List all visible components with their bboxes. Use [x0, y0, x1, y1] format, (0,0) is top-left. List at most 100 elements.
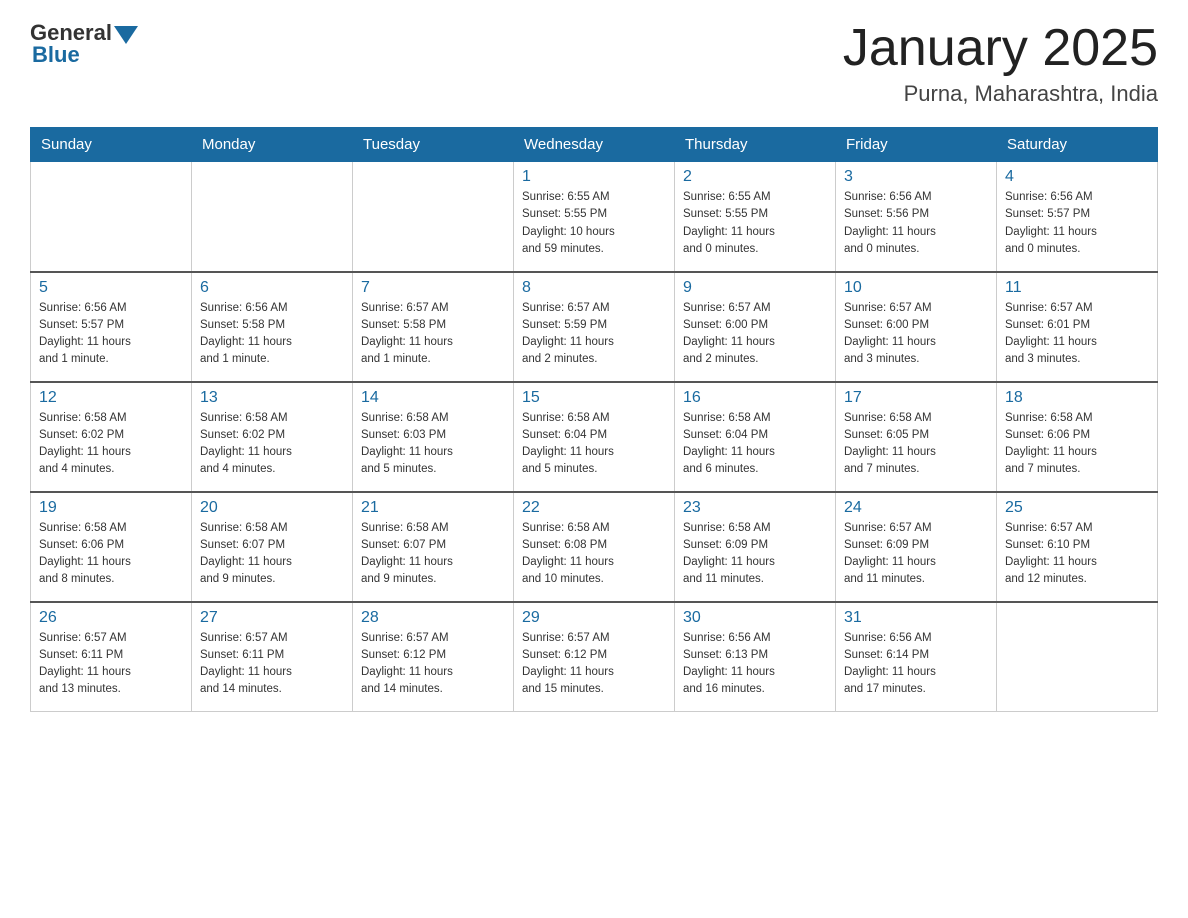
day-number: 9 — [683, 279, 827, 297]
calendar-day-cell: 24 Sunrise: 6:57 AM Sunset: 6:09 PM Dayli… — [836, 492, 997, 602]
day-number: 19 — [39, 499, 183, 517]
day-number: 30 — [683, 609, 827, 627]
calendar-day-cell: 17 Sunrise: 6:58 AM Sunset: 6:05 PM Dayli… — [836, 382, 997, 492]
day-number: 24 — [844, 499, 988, 517]
day-number: 2 — [683, 168, 827, 186]
day-info: Sunrise: 6:57 AM Sunset: 6:01 PM Dayligh… — [1005, 300, 1149, 369]
day-info: Sunrise: 6:55 AM Sunset: 5:55 PM Dayligh… — [683, 189, 827, 258]
calendar-header-row: SundayMondayTuesdayWednesdayThursdayFrid… — [31, 128, 1158, 162]
header-sunday: Sunday — [31, 128, 192, 162]
header-saturday: Saturday — [997, 128, 1158, 162]
calendar-day-cell: 7Sunrise: 6:57 AM Sunset: 5:58 PM Daylig… — [353, 272, 514, 382]
day-number: 18 — [1005, 389, 1149, 407]
calendar-day-cell: 31 Sunrise: 6:56 AM Sunset: 6:14 PM Dayli… — [836, 602, 997, 712]
calendar-day-cell: 14Sunrise: 6:58 AM Sunset: 6:03 PM Dayli… — [353, 382, 514, 492]
day-number: 17 — [844, 389, 988, 407]
calendar-table: SundayMondayTuesdayWednesdayThursdayFrid… — [30, 127, 1158, 712]
day-number: 27 — [200, 609, 344, 627]
day-info: Sunrise: 6:58 AM Sunset: 6:02 PM Dayligh… — [200, 410, 344, 479]
calendar-location: Purna, Maharashtra, India — [843, 81, 1158, 107]
day-number: 23 — [683, 499, 827, 517]
day-info: Sunrise: 6:58 AM Sunset: 6:06 PM Dayligh… — [39, 520, 183, 589]
calendar-day-cell: 9 Sunrise: 6:57 AM Sunset: 6:00 PM Daylig… — [675, 272, 836, 382]
calendar-day-cell: 8 Sunrise: 6:57 AM Sunset: 5:59 PM Daylig… — [514, 272, 675, 382]
calendar-day-cell: 13 Sunrise: 6:58 AM Sunset: 6:02 PM Dayli… — [192, 382, 353, 492]
page-header: General Blue January 2025 Purna, Maharas… — [30, 20, 1158, 107]
calendar-day-cell: 26Sunrise: 6:57 AM Sunset: 6:11 PM Dayli… — [31, 602, 192, 712]
day-number: 3 — [844, 168, 988, 186]
calendar-day-cell: 27 Sunrise: 6:57 AM Sunset: 6:11 PM Dayli… — [192, 602, 353, 712]
header-wednesday: Wednesday — [514, 128, 675, 162]
calendar-day-cell: 12 Sunrise: 6:58 AM Sunset: 6:02 PM Dayli… — [31, 382, 192, 492]
calendar-day-cell: 15 Sunrise: 6:58 AM Sunset: 6:04 PM Dayli… — [514, 382, 675, 492]
day-info: Sunrise: 6:57 AM Sunset: 6:10 PM Dayligh… — [1005, 520, 1149, 589]
calendar-day-cell: 25Sunrise: 6:57 AM Sunset: 6:10 PM Dayli… — [997, 492, 1158, 602]
calendar-day-cell: 4Sunrise: 6:56 AM Sunset: 5:57 PM Daylig… — [997, 162, 1158, 272]
calendar-day-cell: 18Sunrise: 6:58 AM Sunset: 6:06 PM Dayli… — [997, 382, 1158, 492]
header-thursday: Thursday — [675, 128, 836, 162]
logo-blue-text: Blue — [32, 42, 80, 68]
calendar-day-cell: 11 Sunrise: 6:57 AM Sunset: 6:01 PM Dayli… — [997, 272, 1158, 382]
calendar-day-cell: 10Sunrise: 6:57 AM Sunset: 6:00 PM Dayli… — [836, 272, 997, 382]
day-info: Sunrise: 6:58 AM Sunset: 6:02 PM Dayligh… — [39, 410, 183, 479]
day-number: 31 — [844, 609, 988, 627]
calendar-day-cell: 22Sunrise: 6:58 AM Sunset: 6:08 PM Dayli… — [514, 492, 675, 602]
day-info: Sunrise: 6:58 AM Sunset: 6:04 PM Dayligh… — [683, 410, 827, 479]
calendar-day-cell: 6 Sunrise: 6:56 AM Sunset: 5:58 PM Daylig… — [192, 272, 353, 382]
day-info: Sunrise: 6:56 AM Sunset: 5:57 PM Dayligh… — [39, 300, 183, 369]
calendar-day-cell: 2 Sunrise: 6:55 AM Sunset: 5:55 PM Daylig… — [675, 162, 836, 272]
calendar-day-cell: 23 Sunrise: 6:58 AM Sunset: 6:09 PM Dayli… — [675, 492, 836, 602]
day-info: Sunrise: 6:58 AM Sunset: 6:04 PM Dayligh… — [522, 410, 666, 479]
day-number: 29 — [522, 609, 666, 627]
calendar-day-cell: 20 Sunrise: 6:58 AM Sunset: 6:07 PM Dayli… — [192, 492, 353, 602]
day-number: 21 — [361, 499, 505, 517]
calendar-week-row: 26 Sunrise: 6:57 AM Sunset: 6:11 PM Dayli… — [31, 602, 1158, 712]
calendar-day-cell: 30 Sunrise: 6:56 AM Sunset: 6:13 PM Dayli… — [675, 602, 836, 712]
day-number: 26 — [39, 609, 183, 627]
calendar-day-cell: 16 Sunrise: 6:58 AM Sunset: 6:04 PM Dayli… — [675, 382, 836, 492]
calendar-day-cell: 19 Sunrise: 6:58 AM Sunset: 6:06 PM Dayli… — [31, 492, 192, 602]
day-number: 20 — [200, 499, 344, 517]
day-info: Sunrise: 6:56 AM Sunset: 6:13 PM Dayligh… — [683, 630, 827, 699]
calendar-week-row: 5 Sunrise: 6:56 AM Sunset: 5:57 PM Daylig… — [31, 272, 1158, 382]
calendar-day-cell: 1Sunrise: 6:55 AM Sunset: 5:55 PM Daylig… — [514, 162, 675, 272]
day-number: 16 — [683, 389, 827, 407]
calendar-day-cell: 3 Sunrise: 6:56 AM Sunset: 5:56 PM Daylig… — [836, 162, 997, 272]
day-info: Sunrise: 6:56 AM Sunset: 5:56 PM Dayligh… — [844, 189, 988, 258]
day-info: Sunrise: 6:57 AM Sunset: 6:11 PM Dayligh… — [200, 630, 344, 699]
day-number: 8 — [522, 279, 666, 297]
day-info: Sunrise: 6:56 AM Sunset: 5:58 PM Dayligh… — [200, 300, 344, 369]
logo: General Blue — [30, 20, 138, 68]
header-monday: Monday — [192, 128, 353, 162]
day-number: 12 — [39, 389, 183, 407]
day-number: 28 — [361, 609, 505, 627]
day-info: Sunrise: 6:58 AM Sunset: 6:09 PM Dayligh… — [683, 520, 827, 589]
day-number: 15 — [522, 389, 666, 407]
day-number: 13 — [200, 389, 344, 407]
day-info: Sunrise: 6:56 AM Sunset: 6:14 PM Dayligh… — [844, 630, 988, 699]
day-info: Sunrise: 6:57 AM Sunset: 6:00 PM Dayligh… — [844, 300, 988, 369]
day-info: Sunrise: 6:57 AM Sunset: 6:09 PM Dayligh… — [844, 520, 988, 589]
calendar-day-cell — [353, 162, 514, 272]
calendar-day-cell: 29Sunrise: 6:57 AM Sunset: 6:12 PM Dayli… — [514, 602, 675, 712]
day-info: Sunrise: 6:58 AM Sunset: 6:07 PM Dayligh… — [200, 520, 344, 589]
calendar-week-row: 1Sunrise: 6:55 AM Sunset: 5:55 PM Daylig… — [31, 162, 1158, 272]
calendar-day-cell — [31, 162, 192, 272]
day-info: Sunrise: 6:57 AM Sunset: 6:00 PM Dayligh… — [683, 300, 827, 369]
title-block: January 2025 Purna, Maharashtra, India — [843, 20, 1158, 107]
calendar-day-cell — [997, 602, 1158, 712]
calendar-week-row: 19 Sunrise: 6:58 AM Sunset: 6:06 PM Dayli… — [31, 492, 1158, 602]
day-info: Sunrise: 6:58 AM Sunset: 6:05 PM Dayligh… — [844, 410, 988, 479]
calendar-title: January 2025 — [843, 20, 1158, 77]
day-info: Sunrise: 6:57 AM Sunset: 6:12 PM Dayligh… — [361, 630, 505, 699]
day-info: Sunrise: 6:56 AM Sunset: 5:57 PM Dayligh… — [1005, 189, 1149, 258]
day-number: 22 — [522, 499, 666, 517]
day-info: Sunrise: 6:55 AM Sunset: 5:55 PM Dayligh… — [522, 189, 666, 258]
day-number: 6 — [200, 279, 344, 297]
day-info: Sunrise: 6:57 AM Sunset: 5:59 PM Dayligh… — [522, 300, 666, 369]
day-number: 14 — [361, 389, 505, 407]
logo-arrow-icon — [114, 26, 138, 44]
header-friday: Friday — [836, 128, 997, 162]
day-number: 11 — [1005, 279, 1149, 297]
day-number: 5 — [39, 279, 183, 297]
